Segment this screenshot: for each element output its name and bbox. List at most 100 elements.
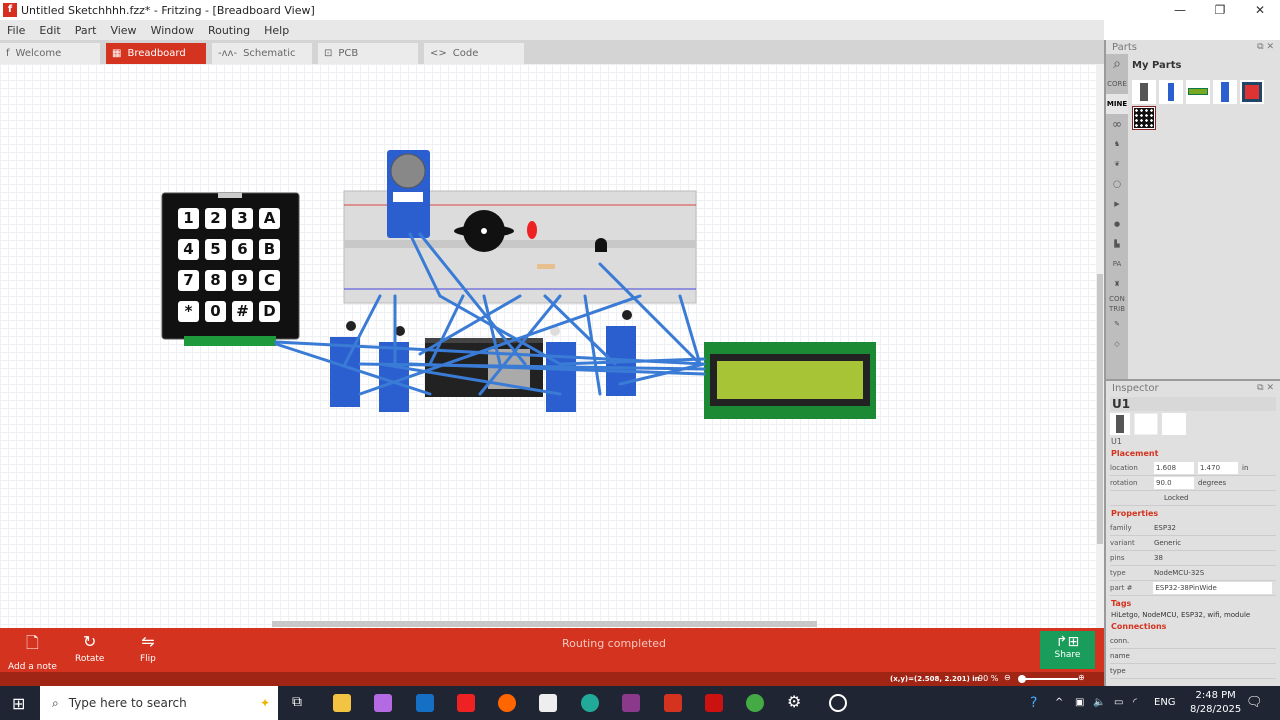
fritzing-taskbar-icon[interactable] <box>664 694 682 712</box>
location-y-input[interactable]: 1.470 <box>1198 462 1238 474</box>
menu-part[interactable]: Part <box>68 24 104 37</box>
part-number-input[interactable]: ESP32-38PinWide <box>1153 582 1272 594</box>
led[interactable] <box>527 221 537 239</box>
moose-bin-icon[interactable]: ♜ <box>1106 274 1128 294</box>
location-x-input[interactable]: 1.608 <box>1154 462 1194 474</box>
battery-icon[interactable]: ▭ <box>1114 686 1123 720</box>
label: type <box>1110 667 1126 675</box>
part-title[interactable]: U1 <box>1110 397 1276 411</box>
menu-view[interactable]: View <box>103 24 143 37</box>
settings-icon[interactable]: ⚙ <box>787 692 801 711</box>
bin-contrib[interactable]: CON TRIB <box>1106 294 1128 314</box>
play-bin-icon[interactable]: ▶ <box>1106 194 1128 214</box>
menu-file[interactable]: File <box>0 24 32 37</box>
edge-icon[interactable] <box>581 694 599 712</box>
copilot-icon[interactable] <box>374 694 392 712</box>
tab-breadboard[interactable]: ▦ Breadboard <box>106 43 206 64</box>
menu-window[interactable]: Window <box>144 24 201 37</box>
taskbar-search[interactable]: ⌕ Type here to search ✦ <box>40 686 278 720</box>
intel-bin-icon[interactable]: ◯ <box>1106 174 1128 194</box>
bin-mine[interactable]: MINE <box>1106 94 1128 114</box>
bin-core[interactable]: CORE <box>1106 74 1128 94</box>
pa-bin-icon[interactable]: PA <box>1106 254 1128 274</box>
seeed-bin-icon[interactable]: ❦ <box>1106 154 1128 174</box>
store-icon[interactable] <box>539 694 557 712</box>
date: 8/28/2025 <box>1190 704 1242 715</box>
flip-button[interactable]: ⇋ Flip <box>140 632 156 664</box>
conn-row: conn. <box>1110 634 1276 649</box>
tab-schematic[interactable]: -ᴧᴧ- Schematic <box>212 43 312 64</box>
flip-icon: ⇋ <box>141 632 155 651</box>
dock-controls-icon[interactable]: ⧉ ✕ <box>1257 383 1274 393</box>
file-explorer-icon[interactable] <box>333 694 351 712</box>
tab-welcome[interactable]: f Welcome <box>0 43 100 64</box>
volume-icon[interactable]: 🔈 <box>1093 686 1105 720</box>
rotation-input[interactable]: 90.0 <box>1154 477 1194 489</box>
winrar-icon[interactable] <box>622 694 640 712</box>
task-view-icon[interactable]: ⧉ <box>292 694 302 710</box>
factory-bin-icon[interactable]: ▙ <box>1106 234 1128 254</box>
add-note-button[interactable]: 🗋 Add a note <box>8 632 57 672</box>
menu-bar: File Edit Part View Window Routing Help <box>0 20 1104 40</box>
rotate-button[interactable]: ↻ Rotate <box>75 632 104 664</box>
part-thumb-lcd[interactable] <box>1186 80 1210 104</box>
dock-controls-icon[interactable]: ⧉ ✕ <box>1257 42 1274 52</box>
zoom-in-icon[interactable]: ⊕ <box>1078 673 1085 682</box>
language-indicator[interactable]: ENG <box>1154 686 1176 720</box>
other-bin-icon[interactable]: ✎ <box>1106 314 1128 334</box>
fritzing-app-icon: f <box>3 3 17 17</box>
youtube-icon[interactable] <box>457 694 475 712</box>
media-player-icon[interactable] <box>829 694 847 712</box>
zoom-out-icon[interactable]: ⊖ <box>1004 673 1011 682</box>
search-icon[interactable]: ⌕ <box>1106 54 1128 74</box>
resistor[interactable] <box>537 264 555 269</box>
close-button[interactable]: ✕ <box>1240 0 1280 20</box>
wifi-icon[interactable]: ◜ <box>1133 686 1137 720</box>
share-button[interactable]: ↱⊞ Share <box>1040 631 1095 669</box>
zoom-slider[interactable] <box>1020 678 1078 680</box>
outlook-icon[interactable] <box>416 694 434 712</box>
transistor[interactable] <box>595 238 607 252</box>
unit: in <box>1242 464 1249 472</box>
chrome-icon[interactable] <box>746 694 764 712</box>
part-thumb-esp32[interactable] <box>1132 80 1156 104</box>
vertical-scrollbar[interactable] <box>1096 64 1104 628</box>
locked-checkbox[interactable]: Locked <box>1154 494 1188 502</box>
tray-chevron-icon[interactable]: ^ <box>1055 686 1063 720</box>
firefox-icon[interactable] <box>498 694 516 712</box>
menu-help[interactable]: Help <box>257 24 296 37</box>
arduino-bin-icon[interactable]: ∞ <box>1106 114 1128 134</box>
part-thumb-matrix[interactable] <box>1240 80 1264 104</box>
part-thumb-gas-sensor[interactable] <box>1213 80 1237 104</box>
tab-label: Schematic <box>243 48 296 59</box>
part-thumb-sensor[interactable] <box>1159 80 1183 104</box>
placement-heading: Placement <box>1111 449 1159 458</box>
tab-pcb[interactable]: ⊡ PCB <box>318 43 418 64</box>
keypad-key: # <box>232 301 253 322</box>
menu-edit[interactable]: Edit <box>32 24 67 37</box>
clock[interactable]: 2:48 PM 8/28/2025 <box>1190 689 1241 717</box>
properties-heading: Properties <box>1111 509 1159 518</box>
help-icon[interactable]: ? <box>1030 686 1037 720</box>
breadboard-icon: ▦ <box>112 48 122 59</box>
pcb-icon: ⊡ <box>324 48 333 59</box>
snootlab-bin-icon[interactable]: ● <box>1106 214 1128 234</box>
acrobat-icon[interactable] <box>705 694 723 712</box>
horizontal-scrollbar[interactable] <box>272 621 817 627</box>
windows-start-icon[interactable]: ⊞ <box>12 694 25 713</box>
menu-routing[interactable]: Routing <box>201 24 257 37</box>
lcd-display[interactable] <box>704 342 876 419</box>
part-thumb-keypad[interactable] <box>1132 106 1156 130</box>
breadboard-canvas[interactable]: 123A456B789C*0#D fritzing <box>0 64 1096 670</box>
scroll-bins-icon[interactable]: ◇ <box>1106 334 1128 354</box>
tab-label: Code <box>452 48 479 59</box>
notifications-icon[interactable]: 🗨 <box>1246 686 1263 720</box>
minimize-button[interactable]: — <box>1160 0 1200 20</box>
zoom-slider-handle[interactable] <box>1018 675 1026 683</box>
sparkfun-bin-icon[interactable]: ♞ <box>1106 134 1128 154</box>
property-label: pins <box>1110 554 1125 562</box>
gas-sensor-module[interactable] <box>387 150 430 238</box>
camera-icon[interactable]: ▣ <box>1075 686 1084 720</box>
maximize-button[interactable]: ❐ <box>1200 0 1240 20</box>
tab-code[interactable]: <> Code <box>424 43 524 64</box>
